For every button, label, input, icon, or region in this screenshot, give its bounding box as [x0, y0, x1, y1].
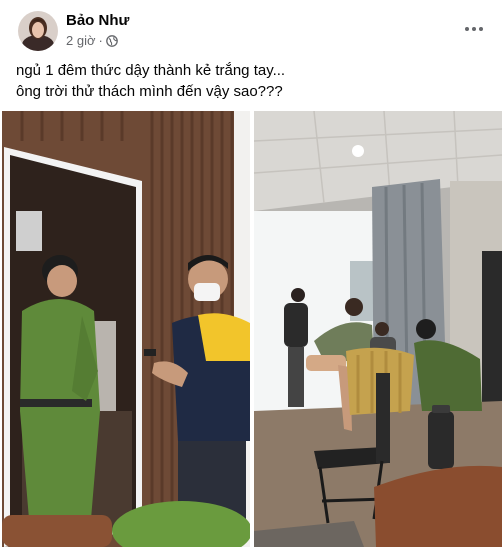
facebook-post: Bảo Như 2 giờ · ngủ 1 đêm thức dậy thành…	[0, 0, 504, 547]
author-name[interactable]: Bảo Như	[66, 12, 129, 29]
caption-line: ngủ 1 đêm thức dậy thành kẻ trắng tay...	[16, 62, 286, 79]
post-meta: 2 giờ ·	[66, 33, 118, 48]
post-time[interactable]: 2 giờ	[66, 33, 96, 48]
more-options-icon[interactable]	[460, 15, 488, 43]
meta-separator: ·	[98, 33, 103, 48]
globe-icon[interactable]	[105, 34, 118, 47]
dot	[465, 27, 469, 31]
caption-line: ông trời thử thách mình đến vậy sao???	[16, 83, 283, 100]
post-caption: ngủ 1 đêm thức dậy thành kẻ trắng tay...…	[16, 60, 486, 102]
photo-doorway-officers[interactable]	[2, 111, 250, 547]
avatar-image	[18, 11, 58, 51]
dot	[472, 27, 476, 31]
post-header: Bảo Như 2 giờ ·	[16, 9, 492, 53]
photo-image	[254, 111, 502, 547]
dot	[479, 27, 483, 31]
author-avatar[interactable]	[18, 11, 58, 51]
photo-living-room[interactable]	[254, 111, 502, 547]
photo-image	[2, 111, 250, 547]
